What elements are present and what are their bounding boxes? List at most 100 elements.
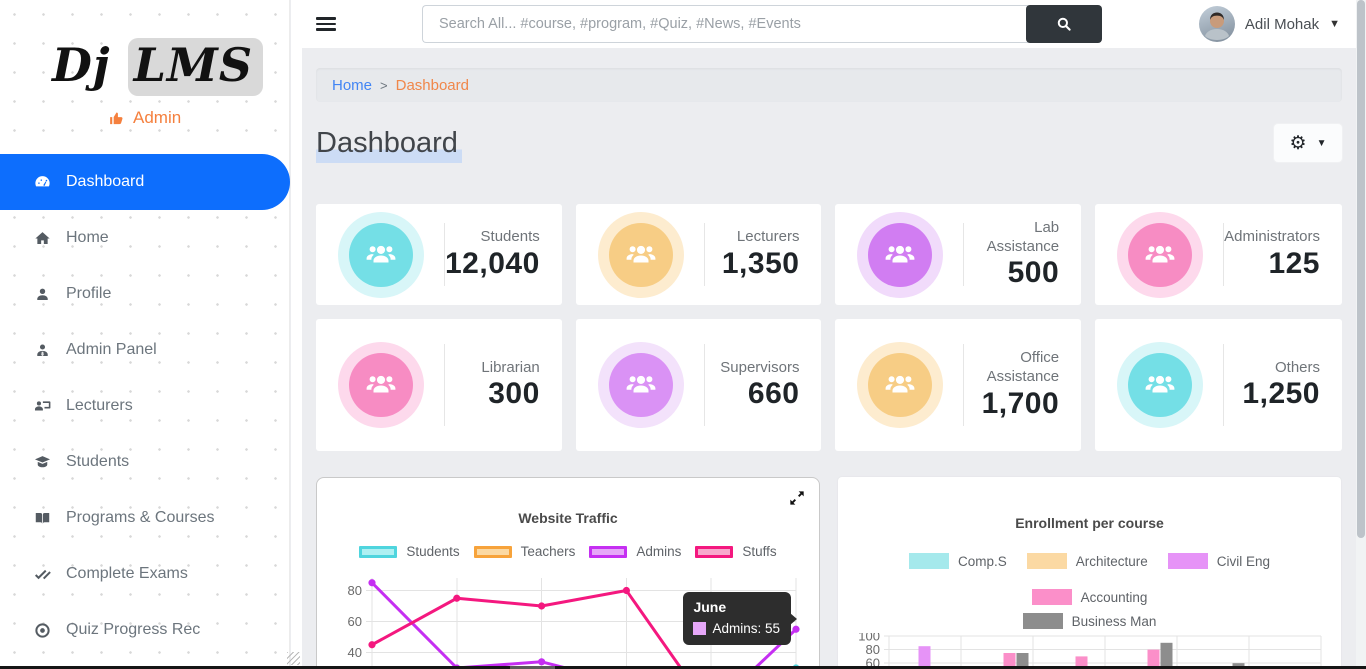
vertical-scrollbar-thumb[interactable] [1357, 0, 1365, 538]
main-content: Home > Dashboard Dashboard ⚙ ▼ Students1… [302, 48, 1356, 669]
topbar: Adil Mohak ▼ [302, 0, 1366, 48]
stat-value: 1,350 [705, 247, 800, 281]
expand-icon[interactable] [787, 488, 807, 508]
sidebar-item-label: Admin Panel [66, 341, 157, 359]
stat-label: Lab Assistance [964, 219, 1059, 257]
stat-icon-halo [857, 342, 943, 428]
user-name: Adil Mohak [1245, 16, 1319, 33]
website-traffic-card: Website Traffic Students Teachers Admins… [316, 477, 820, 669]
sidebar-item-quiz-progress[interactable]: Quiz Progress Rec [0, 602, 289, 658]
sidebar-item-lecturers[interactable]: Lecturers [0, 378, 289, 434]
sidebar-item-programs-courses[interactable]: Programs & Courses [0, 490, 289, 546]
tooltip-month: June [693, 599, 780, 615]
thumbs-up-icon [108, 110, 125, 127]
sidebar-item-home[interactable]: Home [0, 210, 289, 266]
stat-label: Librarian [445, 359, 540, 378]
logo-prefix: Dj [52, 38, 111, 92]
sidebar-item-label: Dashboard [66, 173, 144, 191]
legend-item[interactable]: Stuffs [695, 544, 776, 559]
legend-swatch [1032, 589, 1072, 605]
people-group-icon [882, 237, 918, 273]
search-button[interactable] [1026, 5, 1102, 43]
stat-card-office-assistance: Office Assistance1,700 [835, 319, 1081, 451]
stat-icon-halo [338, 342, 424, 428]
stat-label: Administrators [1224, 228, 1320, 247]
stat-card-librarian: Librarian300 [316, 319, 562, 451]
sidebar-resize-grip[interactable] [287, 652, 300, 665]
home-icon [33, 229, 52, 248]
legend-item[interactable]: Students [359, 544, 459, 559]
avatar [1199, 6, 1235, 42]
legend-item[interactable]: Comp.S [909, 553, 1007, 569]
logo-highlight: LMS [128, 38, 263, 96]
stat-label: Students [445, 228, 540, 247]
stat-value: 125 [1224, 247, 1320, 281]
people-group-icon [623, 367, 659, 403]
people-group-icon [882, 367, 918, 403]
sidebar-menu: Dashboard Home Profile Admin Panel Lectu… [0, 154, 289, 658]
people-group-icon [623, 237, 659, 273]
tooltip-swatch [693, 622, 706, 635]
breadcrumb: Home > Dashboard [316, 68, 1342, 102]
bar-chart-legend-row2: Business Man [853, 613, 1326, 629]
app-logo[interactable]: Dj LMS [0, 0, 289, 92]
legend-item[interactable]: Business Man [1023, 613, 1157, 629]
legend-item[interactable]: Accounting [1032, 589, 1148, 605]
stat-value: 500 [964, 256, 1059, 290]
legend-swatch [474, 546, 512, 558]
sidebar-item-students[interactable]: Students [0, 434, 289, 490]
sidebar-item-complete-exams[interactable]: Complete Exams [0, 546, 289, 602]
stat-value: 660 [705, 377, 800, 411]
legend-swatch [1027, 553, 1067, 569]
stat-value: 300 [445, 377, 540, 411]
stat-value: 1,700 [964, 387, 1059, 421]
settings-button[interactable]: ⚙ ▼ [1274, 124, 1342, 162]
people-group-icon [363, 367, 399, 403]
chart-title: Enrollment per course [853, 515, 1326, 531]
legend-item[interactable]: Architecture [1027, 553, 1148, 569]
stat-icon-halo [1117, 342, 1203, 428]
legend-swatch [695, 546, 733, 558]
stat-card-supervisors: Supervisors660 [576, 319, 822, 451]
bar-chart: 100806040200 [853, 633, 1327, 669]
role-badge: Admin [108, 108, 289, 128]
people-group-icon [1142, 237, 1178, 273]
stat-icon-halo [1117, 212, 1203, 298]
stat-icon-halo [598, 342, 684, 428]
hamburger-menu-icon[interactable] [316, 14, 336, 34]
sidebar-item-dashboard[interactable]: Dashboard [0, 154, 290, 210]
breadcrumb-home-link[interactable]: Home [332, 77, 372, 94]
stat-icon-halo [598, 212, 684, 298]
sidebar-item-admin-panel[interactable]: Admin Panel [0, 322, 289, 378]
stat-label: Office Assistance [964, 349, 1059, 387]
sidebar-item-profile[interactable]: Profile [0, 266, 289, 322]
breadcrumb-separator: > [380, 78, 388, 93]
user-icon [33, 285, 52, 304]
legend-item[interactable]: Teachers [474, 544, 576, 559]
sidebar-item-label: Quiz Progress Rec [66, 621, 200, 639]
search-icon [1055, 15, 1073, 33]
stat-card-students: Students12,040 [316, 204, 562, 305]
user-menu[interactable]: Adil Mohak ▼ [1199, 6, 1340, 42]
stat-card-administrators: Administrators125 [1095, 204, 1342, 305]
legend-swatch [589, 546, 627, 558]
target-icon [33, 621, 52, 640]
legend-swatch [909, 553, 949, 569]
gear-icon: ⚙ [1290, 132, 1307, 155]
double-check-icon [33, 565, 52, 584]
legend-swatch [1168, 553, 1208, 569]
vertical-scrollbar [1356, 0, 1366, 669]
stat-value: 12,040 [445, 247, 540, 281]
student-icon [33, 453, 52, 472]
sidebar-item-label: Programs & Courses [66, 509, 215, 527]
legend-item[interactable]: Civil Eng [1168, 553, 1270, 569]
stat-card-lab-assistance: Lab Assistance500 [835, 204, 1081, 305]
search-bar [422, 5, 1102, 43]
svg-text:60: 60 [348, 614, 362, 629]
sidebar-item-label: Students [66, 453, 129, 471]
sidebar-item-label: Home [66, 229, 109, 247]
search-input[interactable] [422, 5, 1028, 43]
book-icon [33, 509, 52, 528]
svg-text:40: 40 [348, 645, 362, 660]
legend-item[interactable]: Admins [589, 544, 681, 559]
